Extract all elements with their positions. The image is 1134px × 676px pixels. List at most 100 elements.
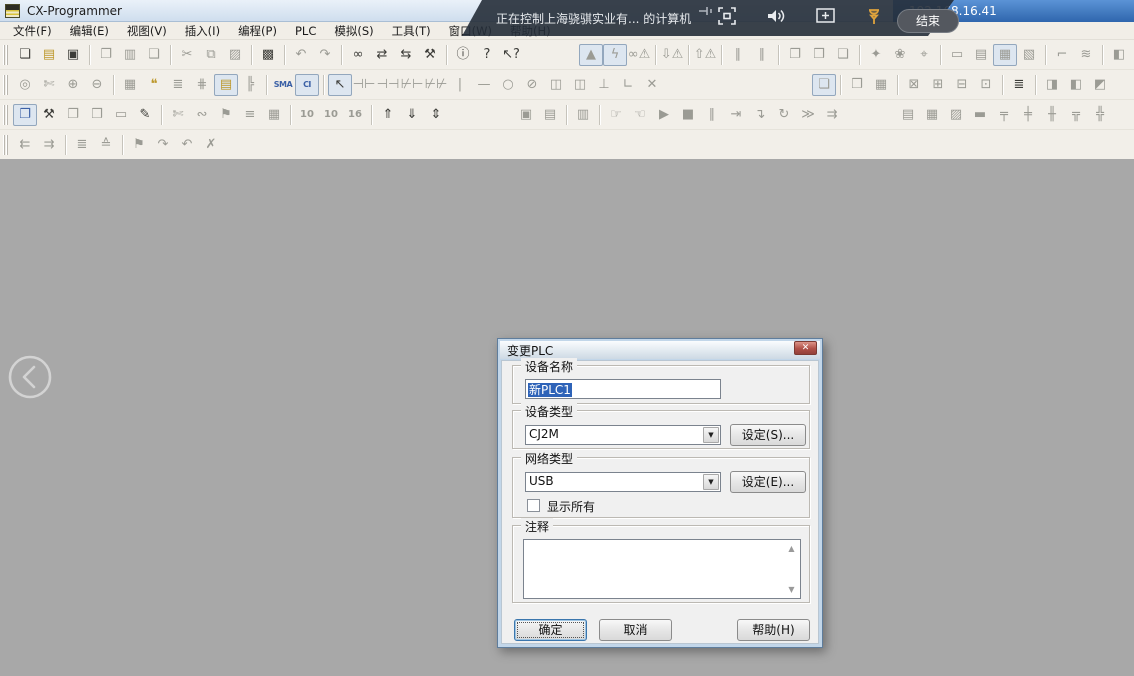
replace-icon[interactable]: ⇄ xyxy=(370,44,394,66)
indent-rung-icon[interactable]: ⇉ xyxy=(37,134,61,156)
toolbar-grip[interactable] xyxy=(3,45,10,65)
contact-nc-icon[interactable]: ⊣⊣ xyxy=(376,74,400,96)
compile-all-icon[interactable]: ❒ xyxy=(807,44,831,66)
instruction-box-icon[interactable]: ◫ xyxy=(544,74,568,96)
device-settings-button[interactable]: 设定(S)... xyxy=(730,424,806,446)
page-search-icon[interactable]: ❐ xyxy=(94,44,118,66)
watch-window-icon[interactable]: ❏ xyxy=(812,74,836,96)
cut-rung-icon[interactable]: ✄ xyxy=(166,104,190,126)
run-mode-icon[interactable]: ▧ xyxy=(1017,44,1041,66)
paste-clipboard-icon[interactable]: ▩ xyxy=(256,44,280,66)
close-icon[interactable]: ✕ xyxy=(794,341,817,355)
horizontal-line-icon[interactable]: — xyxy=(472,74,496,96)
address-z-icon[interactable]: ⊠ xyxy=(902,74,926,96)
menu-simulation[interactable]: 模拟(S) xyxy=(325,22,382,40)
zoom-to-fit-icon[interactable]: ◎ xyxy=(13,74,37,96)
online-edit-icon[interactable]: ❑ xyxy=(831,44,855,66)
network-t4-icon[interactable]: ╦ xyxy=(1064,104,1088,126)
rail-pattern-3-icon[interactable]: ▨ xyxy=(944,104,968,126)
back-button[interactable] xyxy=(8,353,54,405)
menu-tools[interactable]: 工具(T) xyxy=(383,22,440,40)
data-trace-icon[interactable]: ◧ xyxy=(1107,44,1131,66)
network-t3-icon[interactable]: ╫ xyxy=(1040,104,1064,126)
scroll-down-icon[interactable]: ▼ xyxy=(785,583,798,596)
differentiate-down-icon[interactable]: ↶ xyxy=(175,134,199,156)
sma-view-icon[interactable]: SMA xyxy=(271,74,295,96)
network-type-combo[interactable]: USB ▼ xyxy=(525,472,721,492)
volume-icon[interactable] xyxy=(765,6,787,30)
pause-icon[interactable]: ∥ xyxy=(750,44,774,66)
paste-icon[interactable]: ▨ xyxy=(223,44,247,66)
print-icon[interactable]: ▥ xyxy=(118,44,142,66)
help-button[interactable]: 帮助(H) xyxy=(737,619,810,641)
zoom-out-icon[interactable]: ⊖ xyxy=(85,74,109,96)
force-cancel-icon[interactable]: ✗ xyxy=(199,134,223,156)
find-icon[interactable]: ∞ xyxy=(346,44,370,66)
pause-hand-icon[interactable]: ☞ xyxy=(604,104,628,126)
toolbar-grip[interactable] xyxy=(3,135,10,155)
window-watch-icon[interactable]: ❒ xyxy=(85,104,109,126)
menu-insert[interactable]: 插入(I) xyxy=(176,22,229,40)
sim-open-icon[interactable]: ▤ xyxy=(538,104,562,126)
line-delete-icon[interactable]: ✕ xyxy=(640,74,664,96)
jump-break-icon[interactable]: ⇉ xyxy=(820,104,844,126)
monitor-select-icon[interactable] xyxy=(815,6,837,30)
sim-save-icon[interactable]: ▣ xyxy=(514,104,538,126)
network-settings-button[interactable]: 设定(E)... xyxy=(730,471,806,493)
chevron-down-icon[interactable]: ▼ xyxy=(703,427,719,443)
debug-mode-icon[interactable]: ▤ xyxy=(969,44,993,66)
cancel-button[interactable]: 取消 xyxy=(599,619,672,641)
transfer-from-plc-icon[interactable]: ⇧⚠ xyxy=(693,44,717,66)
toolbar-grip[interactable] xyxy=(3,75,10,95)
rung-wrap-icon[interactable]: ⋕ xyxy=(190,74,214,96)
compare-changes-icon[interactable]: ⇕ xyxy=(424,104,448,126)
undo-icon[interactable]: ↶ xyxy=(289,44,313,66)
grid-toggle-icon[interactable]: ▦ xyxy=(118,74,142,96)
address-m-icon[interactable]: ⊡ xyxy=(974,74,998,96)
work-online-icon[interactable]: ▲ xyxy=(579,44,603,66)
device-type-combo[interactable]: CJ2M ▼ xyxy=(525,425,721,445)
rail-pattern-1-icon[interactable]: ▤ xyxy=(896,104,920,126)
panel-corner-icon[interactable]: ◩ xyxy=(1088,74,1112,96)
context-help-icon[interactable]: ↖? xyxy=(499,44,523,66)
panel-left-icon[interactable]: ◧ xyxy=(1064,74,1088,96)
fast-forward-icon[interactable]: ≫ xyxy=(796,104,820,126)
sim-play-icon[interactable]: ▶ xyxy=(652,104,676,126)
address-ab-icon[interactable]: ⚒ xyxy=(418,44,442,66)
note-list-icon[interactable]: ≡ xyxy=(238,104,262,126)
pin-handle-icon[interactable] xyxy=(698,1,716,20)
menu-edit[interactable]: 编辑(E) xyxy=(61,22,118,40)
cut-icon[interactable]: ✂ xyxy=(175,44,199,66)
vertical-line-icon[interactable]: | xyxy=(448,74,472,96)
scroll-up-icon[interactable]: ▲ xyxy=(785,542,798,555)
address-x-icon[interactable]: ⊞ xyxy=(926,74,950,96)
build-tool-icon[interactable]: ⚒ xyxy=(37,104,61,126)
fullscreen-icon[interactable] xyxy=(717,6,737,30)
coil-icon[interactable]: ○ xyxy=(496,74,520,96)
toolbar-grip[interactable] xyxy=(3,105,10,125)
about-icon[interactable]: ⓘ xyxy=(451,44,475,66)
comment-textarea[interactable]: ▲ ▼ xyxy=(523,539,801,599)
step-in-icon[interactable]: ↴ xyxy=(748,104,772,126)
pin-icon[interactable] xyxy=(865,6,883,30)
monitor-mode-icon[interactable]: ▦ xyxy=(993,44,1017,66)
chevron-down-icon[interactable]: ▼ xyxy=(703,474,719,490)
bookmark-icon[interactable]: ⚑ xyxy=(214,104,238,126)
dialog-title-bar[interactable]: 变更PLC xyxy=(500,341,820,359)
help-icon[interactable]: ? xyxy=(475,44,499,66)
stack-view-icon[interactable]: ❒ xyxy=(845,74,869,96)
time-chart-icon[interactable]: ≋ xyxy=(1074,44,1098,66)
rung-list-icon[interactable]: ≣ xyxy=(166,74,190,96)
transfer-to-plc-icon[interactable]: ⇩⚠ xyxy=(660,44,684,66)
instruction-detail-icon[interactable]: ◫ xyxy=(568,74,592,96)
network-t5-icon[interactable]: ╬ xyxy=(1088,104,1112,126)
zoom-region-icon[interactable]: ✄ xyxy=(37,74,61,96)
send-begin-icon[interactable]: ✦ xyxy=(864,44,888,66)
window-address-icon[interactable]: ▭ xyxy=(109,104,133,126)
device-name-input[interactable]: 新PLC1 xyxy=(525,379,721,399)
properties-icon[interactable]: ✎ xyxy=(133,104,157,126)
monitor-warning-icon[interactable]: ∞⚠ xyxy=(627,44,651,66)
ladder-view-icon[interactable]: ▤ xyxy=(214,74,238,96)
list-collapse-icon[interactable]: ≙ xyxy=(94,134,118,156)
line-connect-icon[interactable]: ∟ xyxy=(616,74,640,96)
